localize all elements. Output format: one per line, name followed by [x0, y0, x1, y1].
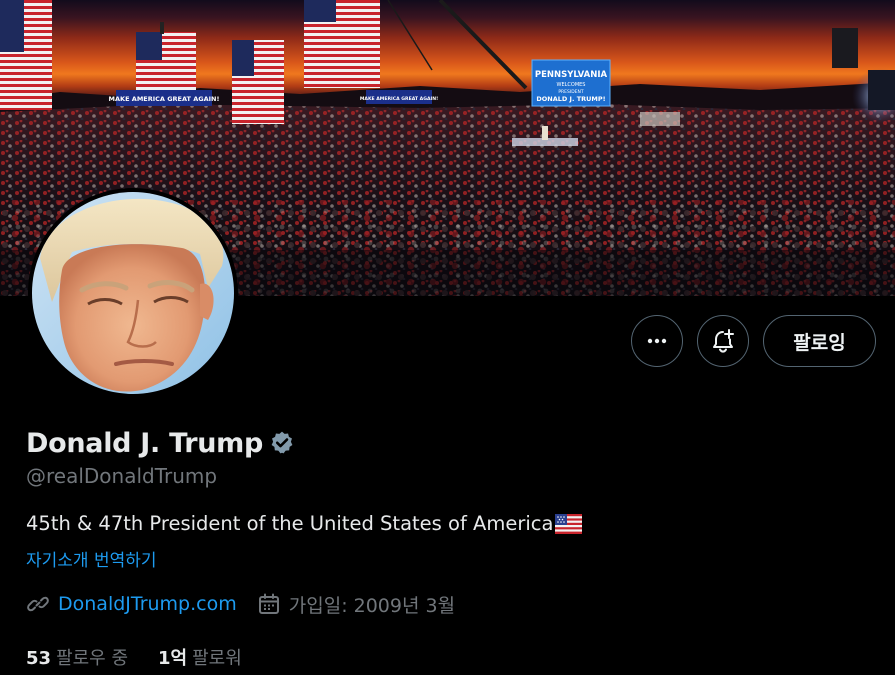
followers-stat-link[interactable]: 1억 팔로워 [158, 644, 242, 670]
banner-sign-right: MAKE AMERICA GREAT AGAIN! [360, 96, 438, 102]
verified-badge-icon[interactable] [269, 430, 295, 456]
joined-date: 가입일: 2009년 3월 [257, 591, 455, 618]
more-horizontal-icon [647, 338, 667, 344]
more-options-button[interactable] [631, 315, 683, 367]
profile-meta: DonaldJTrump.com 가입일: 2009년 3월 [26, 588, 455, 620]
profile-name-row: Donald J. Trump [26, 424, 295, 462]
joined-text: 가입일: 2009년 3월 [288, 594, 456, 617]
followers-label: 팔로워 [192, 648, 242, 669]
following-count: 53 [26, 648, 52, 669]
avatar-image [32, 192, 234, 394]
bell-plus-icon [713, 329, 734, 353]
following-label: 팔로우 중 [56, 648, 129, 669]
profile-stats: 53 팔로우 중 1억 팔로워 [26, 642, 242, 672]
bio-text: 45th & 47th President of the United Stat… [26, 512, 554, 535]
profile-handle: @realDonaldTrump [26, 464, 218, 488]
following-stat-link[interactable]: 53 팔로우 중 [26, 644, 128, 670]
translate-bio-link[interactable]: 자기소개 번역하기 [26, 546, 157, 571]
billboard-line-1: PENNSYLVANIA [535, 70, 608, 80]
billboard-line-4: DONALD J. TRUMP! [536, 95, 605, 103]
following-button[interactable]: 팔로잉 [763, 315, 876, 367]
profile-bio: 45th & 47th President of the United Stat… [26, 512, 583, 535]
notifications-button[interactable] [697, 315, 749, 367]
followers-count: 1억 [158, 648, 188, 669]
link-icon [26, 592, 50, 616]
banner-sign-left: MAKE AMERICA GREAT AGAIN! [109, 95, 220, 103]
website-link[interactable]: DonaldJTrump.com [58, 593, 237, 615]
profile-avatar[interactable] [28, 188, 238, 398]
billboard-line-2: WELCOMES [557, 82, 586, 88]
calendar-icon [257, 592, 281, 616]
us-flag-icon [555, 513, 583, 534]
display-name: Donald J. Trump [26, 427, 264, 459]
